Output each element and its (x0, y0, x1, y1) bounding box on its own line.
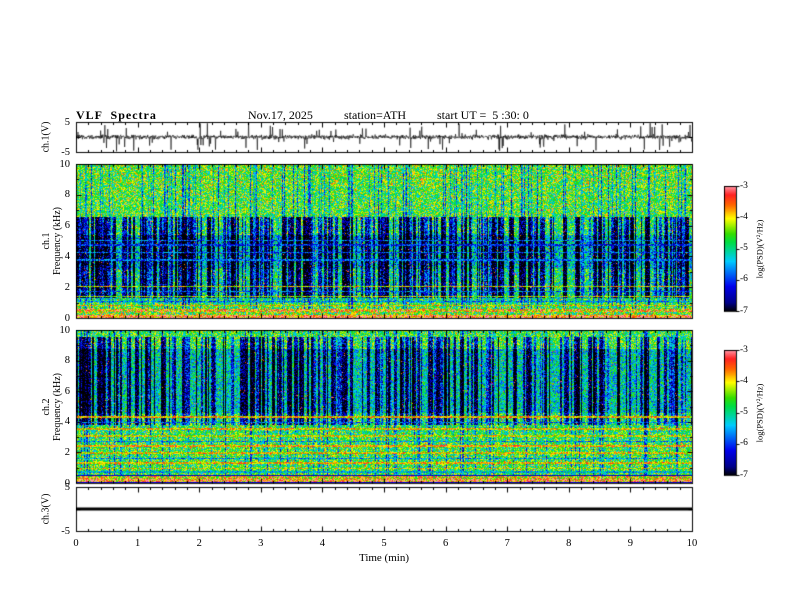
tick-label: 5 (64, 481, 70, 493)
tick-label: 10 (59, 324, 71, 336)
tick-label: -6 (740, 274, 748, 285)
tick-label: 2 (64, 281, 70, 293)
tick-label: 6 (442, 538, 449, 549)
tick-label: 4 (319, 538, 326, 549)
tick-label: -4 (740, 375, 748, 386)
tick-label: 8 (64, 189, 70, 201)
tick-label: 1 (134, 538, 141, 549)
tick-label: -5 (740, 407, 748, 417)
tick-label: -3 (740, 180, 748, 191)
tick-label: -7 (740, 305, 748, 316)
x-axis-title: Time (min) (358, 552, 409, 564)
tick-label: 0 (73, 538, 79, 549)
tick-label: 7 (504, 538, 510, 549)
tick-label: 10 (59, 158, 71, 170)
vlf-spectra-figure: VLF Spectra Nov.17, 2025 station=ATH sta… (0, 0, 792, 612)
tick-label: 4 (64, 250, 70, 262)
tick-label: -6 (740, 438, 748, 449)
tick-label: -5 (61, 146, 70, 158)
tick-label: -5 (740, 243, 748, 253)
tick-label: 10 (686, 538, 698, 549)
tick-label: 2 (196, 538, 202, 549)
tick-label: 4 (64, 416, 70, 428)
tick-label: 5 (381, 538, 387, 549)
tick-label: 5 (64, 116, 70, 128)
tick-label: 8 (64, 355, 70, 367)
ch3-wave-ylabel-text: ch.3(V) (40, 493, 52, 525)
tick-label: 9 (627, 538, 634, 549)
tick-label: -7 (740, 469, 748, 480)
ch1-spec-ylabel-line2: Frequency (kHz) (52, 206, 63, 276)
tick-label: 2 (64, 446, 70, 458)
tick-label: 6 (64, 220, 70, 232)
tick-label: -3 (740, 344, 748, 355)
tick-label: 3 (258, 538, 264, 549)
tick-label: 6 (64, 385, 70, 397)
axes-overlay (0, 0, 792, 612)
ch2-spec-ylabel-line2: Frequency (kHz) (52, 372, 63, 441)
tick-label: 8 (566, 538, 572, 549)
ch2-spec-ylabel-line1: ch.2 (41, 398, 52, 415)
ch1-spec-ylabel-line1: ch.1 (41, 232, 52, 250)
tick-label: -5 (61, 525, 70, 537)
tick-label: -4 (740, 211, 748, 222)
